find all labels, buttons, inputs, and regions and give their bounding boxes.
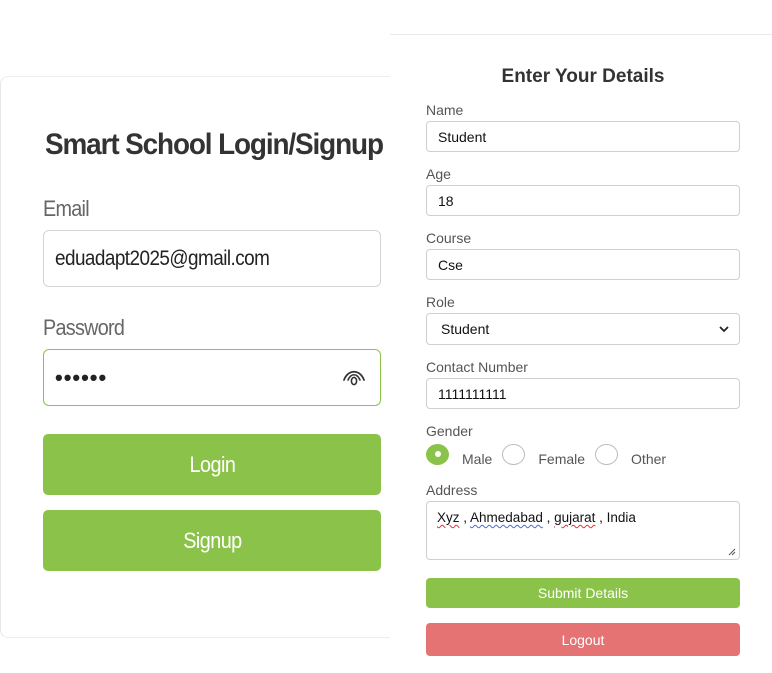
signup-button-label: Signup bbox=[182, 527, 242, 553]
resize-handle-icon[interactable] bbox=[727, 547, 736, 556]
role-value: Student bbox=[441, 321, 490, 337]
email-value: eduadapt2025@gmail.com bbox=[55, 246, 270, 270]
contact-label: Contact Number bbox=[426, 359, 528, 375]
name-label: Name bbox=[426, 102, 464, 118]
email-field[interactable]: eduadapt2025@gmail.com bbox=[43, 230, 381, 287]
address-part: Ahmedabad bbox=[470, 510, 543, 525]
signup-button[interactable]: Signup bbox=[43, 510, 381, 571]
logout-button[interactable]: Logout bbox=[426, 623, 740, 656]
password-value: •••••• bbox=[55, 364, 108, 390]
gender-option-label: Female bbox=[538, 451, 586, 467]
course-field[interactable]: Cse bbox=[426, 249, 740, 280]
address-label: Address bbox=[426, 482, 478, 498]
address-part: gujarat bbox=[554, 510, 596, 525]
age-field[interactable]: 18 bbox=[426, 185, 740, 216]
age-label: Age bbox=[426, 166, 451, 182]
contact-field[interactable]: 1111111111 bbox=[426, 378, 740, 409]
gender-option-label: Other bbox=[631, 451, 667, 467]
course-label: Course bbox=[426, 230, 472, 246]
address-textarea[interactable]: Xyz , Ahmedabad , gujarat , India bbox=[426, 501, 740, 560]
gender-radio-group: Male Female Other bbox=[426, 442, 676, 467]
course-value: Cse bbox=[438, 256, 463, 273]
gender-radio-other[interactable] bbox=[595, 443, 619, 465]
chevron-down-icon bbox=[719, 325, 729, 332]
address-part: Xyz bbox=[437, 510, 460, 525]
age-value: 18 bbox=[438, 192, 454, 209]
submit-details-label: Submit Details bbox=[537, 585, 629, 601]
eye-icon[interactable] bbox=[342, 366, 366, 390]
address-part: , bbox=[542, 510, 555, 525]
logout-label: Logout bbox=[561, 631, 605, 648]
name-value: Student bbox=[438, 128, 487, 145]
role-select[interactable]: Student bbox=[426, 313, 740, 345]
gender-radio-female[interactable] bbox=[502, 443, 526, 465]
login-button[interactable]: Login bbox=[43, 434, 381, 495]
password-field[interactable]: •••••• bbox=[43, 349, 381, 406]
email-label: Email bbox=[43, 196, 90, 221]
role-label: Role bbox=[426, 294, 455, 310]
login-title: Smart School Login/Signup bbox=[45, 128, 384, 161]
gender-label: Gender bbox=[426, 423, 473, 439]
login-button-label: Login bbox=[189, 451, 235, 477]
gender-option-label: Male bbox=[462, 451, 493, 467]
address-part: , India bbox=[595, 510, 636, 525]
gender-radio-male[interactable] bbox=[426, 443, 449, 465]
address-part: , bbox=[459, 510, 471, 525]
details-title: Enter Your Details bbox=[501, 66, 665, 87]
contact-value: 1111111111 bbox=[438, 385, 507, 402]
name-field[interactable]: Student bbox=[426, 121, 740, 152]
submit-details-button[interactable]: Submit Details bbox=[426, 578, 740, 608]
password-label: Password bbox=[43, 315, 125, 340]
